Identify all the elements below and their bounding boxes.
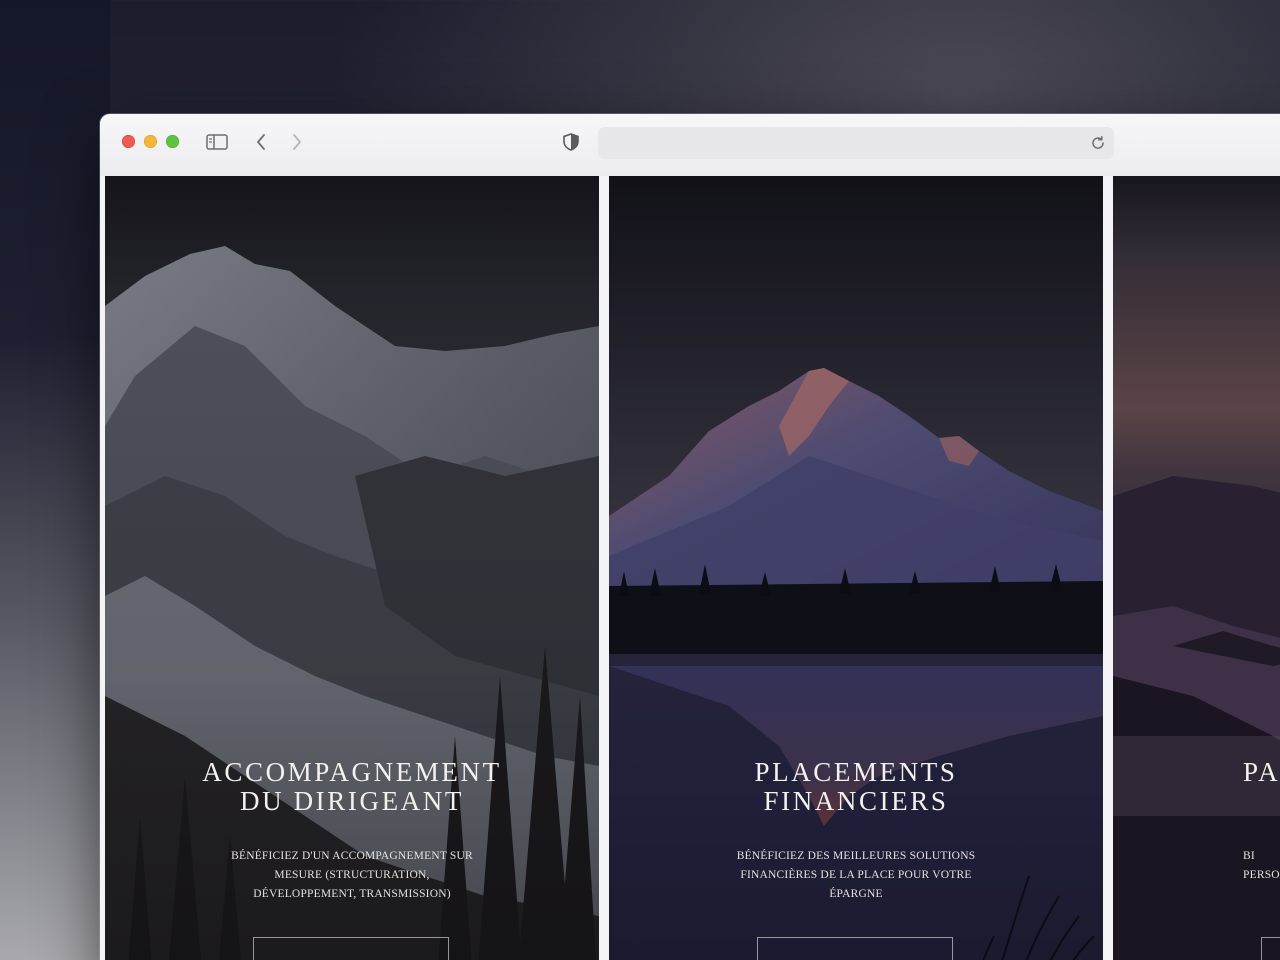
panel-desc-line1: BÉNÉFICIEZ D'UN ACCOMPAGNEMENT SUR (231, 850, 473, 862)
panel-desc-line3: DÉVELOPPEMENT, TRANSMISSION) (253, 888, 451, 900)
panel-title-line1: PA (1243, 757, 1280, 787)
lake-mountain-image (609, 176, 1103, 960)
panel-description: BÉNÉFICIEZ D'UN ACCOMPAGNEMENT SUR MESUR… (215, 847, 489, 904)
panel-title: PLACEMENTS FINANCIERS (609, 758, 1103, 816)
panel-cta-button[interactable] (757, 937, 953, 960)
panel-title-line1: ACCOMPAGNEMENT (202, 757, 502, 787)
panel-desc-line2: FINANCIÈRES DE LA PLACE POUR VOTRE (740, 869, 972, 881)
close-window-button[interactable] (122, 135, 135, 148)
panel-desc-line1: BI (1243, 850, 1255, 862)
sidebar-toggle-icon[interactable] (204, 130, 230, 154)
panel-cta-button[interactable] (253, 937, 449, 960)
panel-description: BI PERSO (1243, 847, 1280, 885)
sunset-hills-image (1113, 176, 1280, 960)
panel-cta-button[interactable] (1261, 937, 1280, 960)
page-content: ACCOMPAGNEMENT DU DIRIGEANT BÉNÉFICIEZ D… (100, 176, 1280, 960)
chevron-left-icon[interactable] (250, 130, 272, 154)
reload-icon[interactable] (1088, 133, 1108, 153)
chevron-right-icon[interactable] (286, 130, 308, 154)
shield-icon[interactable] (560, 130, 582, 154)
panel-title-line2: DU DIRIGEANT (240, 786, 464, 816)
panel-title: PA (1243, 758, 1280, 787)
panel-desc-line2: MESURE (STRUCTURATION, (274, 869, 430, 881)
panel-desc-line1: BÉNÉFICIEZ DES MEILLEURES SOLUTIONS (736, 850, 976, 862)
service-panel-patrimoine[interactable]: PA BI PERSO (1113, 176, 1280, 960)
minimize-window-button[interactable] (144, 135, 157, 148)
address-bar[interactable] (598, 127, 1114, 161)
panel-title-line2: FINANCIERS (763, 786, 949, 816)
panel-title-line1: PLACEMENTS (754, 757, 958, 787)
browser-window: ACCOMPAGNEMENT DU DIRIGEANT BÉNÉFICIEZ D… (100, 114, 1280, 960)
service-panel-placements[interactable]: PLACEMENTS FINANCIERS BÉNÉFICIEZ DES MEI… (609, 176, 1103, 960)
url-input[interactable] (610, 127, 1074, 161)
browser-toolbar (100, 114, 1280, 177)
panel-desc-line2: PERSO (1243, 869, 1280, 881)
panel-description: BÉNÉFICIEZ DES MEILLEURES SOLUTIONS FINA… (719, 847, 993, 904)
service-panel-dirigeant[interactable]: ACCOMPAGNEMENT DU DIRIGEANT BÉNÉFICIEZ D… (105, 176, 599, 960)
panel-desc-line3: ÉPARGNE (829, 888, 883, 900)
desktop-backdrop (0, 0, 110, 960)
zoom-window-button[interactable] (166, 135, 179, 148)
panel-title: ACCOMPAGNEMENT DU DIRIGEANT (105, 758, 599, 816)
snowy-mountain-image (105, 176, 599, 960)
